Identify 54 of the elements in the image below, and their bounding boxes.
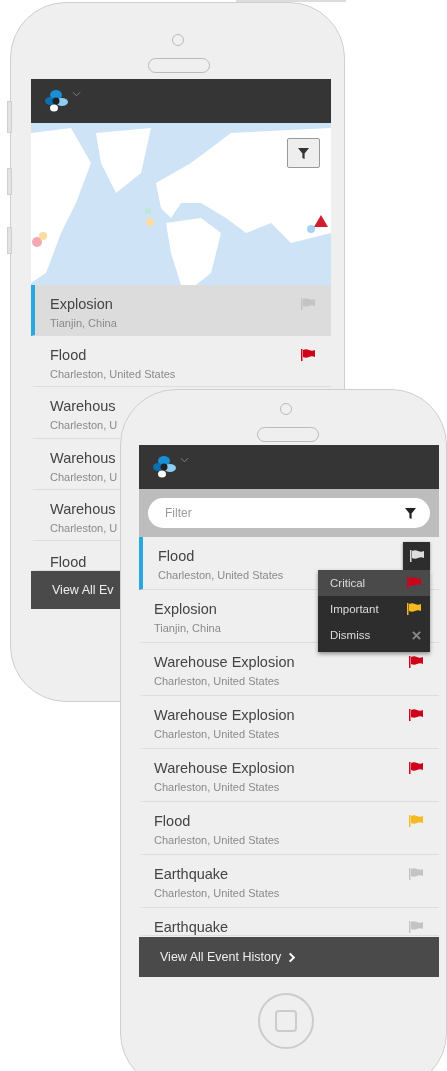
event-location: Charleston, U [50, 469, 118, 484]
event-title: Warehouse Explosion [154, 706, 295, 725]
event-title: Flood [50, 553, 87, 571]
event-title: Earthquake [154, 918, 229, 937]
event-location: Charleston, U [50, 520, 118, 535]
event-title: Warehouse Explosion [154, 759, 295, 778]
event-row[interactable]: Flood Charleston, United States [31, 336, 331, 388]
event-location: Charleston, U [50, 418, 118, 433]
flag-button[interactable] [403, 542, 430, 570]
logo-icon [44, 89, 70, 113]
event-row[interactable]: Flood Charleston, United States [139, 802, 439, 855]
event-title: Flood [158, 547, 196, 566]
event-row[interactable]: Warehous Charleston, U [31, 387, 120, 439]
event-title: Explosion [154, 600, 218, 619]
event-location: Charleston, United States [158, 568, 284, 582]
event-row[interactable]: Warehouse Explosion Charleston, United States [139, 643, 439, 696]
event-location: Charleston, United States [154, 674, 281, 688]
event-row[interactable]: Earthquake [139, 908, 439, 936]
event-location: Charleston, United States [154, 833, 280, 847]
logo-icon [152, 455, 178, 479]
event-location: Tianjin, China [50, 316, 117, 330]
event-row[interactable]: Earthquake Charleston, United States [139, 855, 439, 908]
event-title: Warehous [50, 448, 117, 468]
menu-item-label: Critical [330, 577, 366, 589]
view-history-button[interactable]: View All Event History [139, 937, 439, 977]
event-title: Flood [50, 346, 88, 366]
flag-icon[interactable] [409, 762, 423, 774]
chevron-right-icon [288, 951, 297, 963]
view-history-button[interactable]: View All Ev [31, 571, 120, 609]
flag-icon[interactable] [301, 349, 315, 362]
event-location: Charleston, United States [154, 727, 281, 741]
event-location: Tianjin, China [154, 621, 221, 635]
event-title: Warehous [50, 397, 117, 417]
menu-item[interactable]: Important [318, 596, 430, 622]
filter-icon[interactable] [405, 508, 416, 519]
event-title: Warehouse Explosion [154, 653, 295, 672]
event-title: Warehous [50, 499, 117, 519]
event-row[interactable]: Warehouse Explosion Charleston, United States [139, 749, 439, 802]
event-row[interactable]: Warehouse Explosion Charleston, United States [139, 696, 439, 749]
flag-icon[interactable] [409, 656, 423, 668]
menu-item-label: Dismiss [330, 629, 371, 641]
filter-icon [298, 147, 309, 159]
event-location: Charleston, United States [50, 367, 176, 382]
filter-button[interactable] [287, 138, 320, 168]
flag-icon[interactable] [409, 709, 423, 721]
event-row[interactable]: Explosion Tianjin, China [31, 285, 331, 337]
filter-field[interactable]: Filter [148, 498, 430, 528]
menu-item-label: Important [330, 603, 379, 615]
event-title: Earthquake [154, 865, 230, 884]
event-title: Explosion [50, 295, 114, 314]
event-title: Flood [154, 812, 192, 831]
event-location: Charleston, United States [154, 886, 280, 900]
event-location: Charleston, United States [154, 780, 281, 794]
menu-item[interactable]: Critical [318, 570, 430, 596]
